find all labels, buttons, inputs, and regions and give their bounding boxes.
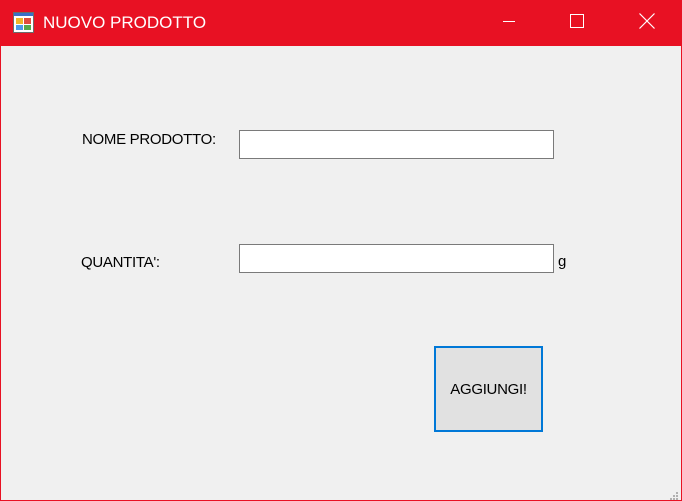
close-button[interactable] — [613, 0, 681, 46]
title-bar[interactable]: NUOVO PRODOTTO — [1, 0, 681, 46]
product-name-input[interactable] — [239, 130, 554, 159]
maximize-icon — [570, 13, 584, 33]
minimize-icon — [503, 14, 515, 32]
app-form-icon — [13, 12, 34, 33]
window-title: NUOVO PRODOTTO — [43, 13, 207, 32]
quantity-input[interactable] — [239, 244, 554, 273]
resize-grip-icon[interactable] — [668, 487, 678, 500]
add-button[interactable]: AGGIUNGI! — [434, 346, 543, 432]
quantity-label: QUANTITA': — [81, 254, 160, 271]
product-name-label: NOME PRODOTTO: — [82, 131, 216, 148]
quantity-unit-label: g — [558, 253, 567, 270]
minimize-button[interactable] — [475, 0, 543, 46]
maximize-button[interactable] — [543, 0, 611, 46]
close-icon — [639, 12, 655, 34]
app-window: NUOVO PRODOTTO NOME PRODOTTO: QUANTITA':… — [0, 0, 682, 501]
